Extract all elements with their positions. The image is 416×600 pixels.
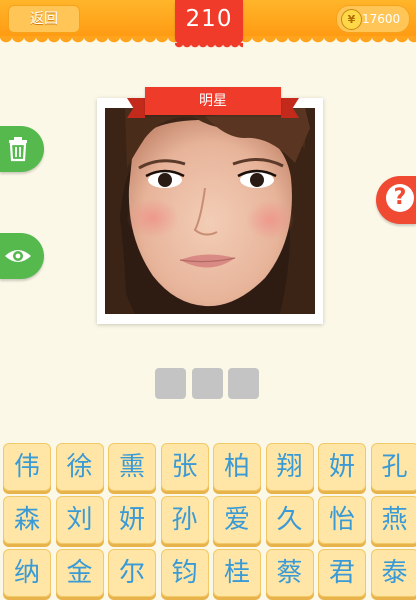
letter-tile[interactable]: 妍	[318, 443, 366, 491]
letter-tile[interactable]: 君	[318, 549, 366, 597]
remove-letters-button[interactable]	[0, 126, 44, 172]
letter-tile[interactable]: 孙	[160, 496, 209, 544]
eye-icon	[5, 250, 31, 262]
letter-tile[interactable]: 钧	[160, 549, 209, 597]
letter-tile[interactable]: 熏	[108, 443, 156, 491]
letter-tile[interactable]: 张	[160, 443, 209, 491]
letter-tile[interactable]: 柏	[213, 443, 261, 491]
letter-tile[interactable]: 爱	[213, 496, 261, 544]
coin-count: 17600	[362, 12, 401, 26]
letter-tile[interactable]: 孔	[370, 443, 416, 491]
celebrity-face-image	[105, 108, 315, 314]
category-ribbon: 明星	[145, 87, 281, 115]
level-badge: 210	[175, 0, 243, 49]
letter-tile[interactable]: 怡	[318, 496, 366, 544]
letter-tile[interactable]: 尔	[108, 549, 156, 597]
level-number: 210	[185, 6, 233, 32]
letter-tile[interactable]: 金	[55, 549, 104, 597]
coin-counter[interactable]: ¥ 17600	[336, 5, 410, 33]
question-icon: ?	[386, 184, 414, 212]
letter-tile[interactable]: 久	[265, 496, 314, 544]
hint-button[interactable]: ?	[376, 176, 416, 224]
reveal-letter-button[interactable]	[0, 233, 44, 279]
letter-tile[interactable]: 伟	[3, 443, 51, 491]
letter-tile[interactable]: 森	[3, 496, 51, 544]
letter-tile[interactable]: 泰	[370, 549, 416, 597]
letter-tile[interactable]: 妍	[108, 496, 156, 544]
back-button[interactable]: 返回	[8, 5, 80, 33]
letter-tile[interactable]: 翔	[265, 443, 314, 491]
answer-slot[interactable]	[192, 368, 223, 399]
trash-icon	[9, 137, 27, 162]
letter-tile[interactable]: 燕	[370, 496, 416, 544]
letter-tile[interactable]: 桂	[213, 549, 261, 597]
answer-slot[interactable]	[155, 368, 186, 399]
answer-slot[interactable]	[228, 368, 259, 399]
letter-tile[interactable]: 纳	[3, 549, 51, 597]
puzzle-photo	[105, 108, 315, 314]
letter-tile[interactable]: 刘	[55, 496, 104, 544]
letter-tile[interactable]: 徐	[55, 443, 104, 491]
coin-icon: ¥	[341, 9, 362, 30]
letter-tile[interactable]: 蔡	[265, 549, 314, 597]
puzzle-image-card	[97, 98, 323, 324]
